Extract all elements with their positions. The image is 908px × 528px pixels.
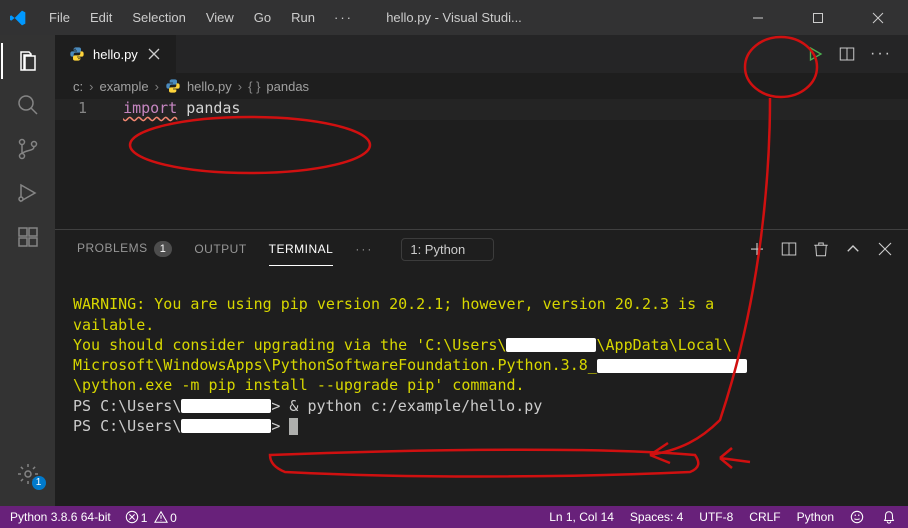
- tab-actions: ···: [806, 35, 908, 73]
- symbol-namespace-icon: { }: [248, 79, 260, 94]
- python-file-icon: [165, 78, 181, 94]
- code-content[interactable]: import pandas: [105, 99, 240, 120]
- split-editor-icon[interactable]: [838, 45, 856, 63]
- close-button[interactable]: [848, 0, 908, 35]
- feedback-icon[interactable]: [850, 510, 864, 524]
- titlebar: File Edit Selection View Go Run ··· hell…: [0, 0, 908, 35]
- settings-badge: 1: [32, 476, 46, 490]
- menu-bar: File Edit Selection View Go Run ···: [40, 5, 361, 30]
- split-terminal-icon[interactable]: [780, 240, 798, 258]
- terminal-cursor: [289, 418, 298, 435]
- chevron-right-icon: ›: [238, 79, 242, 94]
- panel-tab-terminal[interactable]: TERMINAL: [261, 234, 342, 264]
- tab-hello-py[interactable]: hello.py: [55, 35, 177, 73]
- editor-area: hello.py ··· c: › example › hello.py › {…: [55, 35, 908, 506]
- source-control-icon[interactable]: [16, 137, 40, 161]
- panel-tab-output[interactable]: OUTPUT: [186, 234, 254, 264]
- menu-view[interactable]: View: [197, 5, 243, 30]
- breadcrumb-part[interactable]: hello.py: [187, 79, 232, 94]
- panel-tab-bar: PROBLEMS1 OUTPUT TERMINAL ··· 1: Python▾: [55, 230, 908, 268]
- line-number: 1: [55, 99, 105, 120]
- run-file-icon[interactable]: [806, 45, 824, 63]
- python-file-icon: [69, 46, 85, 62]
- tab-label: hello.py: [93, 47, 138, 62]
- terminal-line: Microsoft\WindowsApps\PythonSoftwareFoun…: [73, 356, 747, 374]
- warning-icon: [154, 510, 168, 524]
- menu-edit[interactable]: Edit: [81, 5, 121, 30]
- terminal-prompt-line: PS C:\Users\>: [73, 417, 298, 435]
- bell-icon[interactable]: [882, 510, 896, 524]
- status-bar: Python 3.8.6 64-bit 1 0 Ln 1, Col 14 Spa…: [0, 506, 908, 528]
- run-debug-icon[interactable]: [16, 181, 40, 205]
- breadcrumb-part[interactable]: c:: [73, 79, 83, 94]
- menu-file[interactable]: File: [40, 5, 79, 30]
- keyword-import: import: [123, 99, 177, 117]
- menu-overflow-icon[interactable]: ···: [326, 5, 361, 30]
- chevron-right-icon: ›: [89, 79, 93, 94]
- chevron-right-icon: ›: [155, 79, 159, 94]
- explorer-icon[interactable]: [16, 49, 40, 73]
- terminal-line: vailable.: [73, 316, 154, 334]
- menu-run[interactable]: Run: [282, 5, 324, 30]
- status-problems[interactable]: 1 0: [125, 510, 177, 525]
- search-icon[interactable]: [16, 93, 40, 117]
- maximize-button[interactable]: [788, 0, 848, 35]
- problems-badge: 1: [154, 241, 173, 257]
- editor-tabs: hello.py ···: [55, 35, 908, 73]
- status-python-version[interactable]: Python 3.8.6 64-bit: [10, 510, 111, 524]
- extensions-icon[interactable]: [16, 225, 40, 249]
- tab-overflow-icon[interactable]: ···: [870, 45, 892, 63]
- breadcrumb[interactable]: c: › example › hello.py › { } pandas: [55, 73, 908, 99]
- panel-tab-problems[interactable]: PROBLEMS1: [69, 233, 180, 265]
- breadcrumb-part[interactable]: example: [99, 79, 148, 94]
- status-right: Ln 1, Col 14 Spaces: 4 UTF-8 CRLF Python: [549, 510, 898, 524]
- terminal-prompt-line: PS C:\Users\> & python c:/example/hello.…: [73, 397, 542, 415]
- activity-bar: 1: [0, 35, 55, 506]
- menu-go[interactable]: Go: [245, 5, 280, 30]
- terminal-line: \python.exe -m pip install --upgrade pip…: [73, 376, 525, 394]
- code-line: 1 import pandas: [55, 99, 908, 120]
- terminal-select[interactable]: 1: Python: [401, 238, 494, 261]
- terminal-content[interactable]: WARNING: You are using pip version 20.2.…: [55, 268, 908, 506]
- bottom-panel: PROBLEMS1 OUTPUT TERMINAL ··· 1: Python▾…: [55, 229, 908, 506]
- maximize-panel-icon[interactable]: [844, 240, 862, 258]
- terminal-line: You should consider upgrading via the 'C…: [73, 336, 732, 354]
- error-icon: [125, 510, 139, 524]
- tab-close-icon[interactable]: [146, 46, 162, 62]
- breadcrumb-part[interactable]: pandas: [266, 79, 309, 94]
- window-title: hello.py - Visual Studi...: [386, 10, 522, 25]
- text-editor[interactable]: 1 import pandas: [55, 99, 908, 229]
- status-cursor-pos[interactable]: Ln 1, Col 14: [549, 510, 614, 524]
- window-controls: [728, 0, 908, 35]
- close-panel-icon[interactable]: [876, 240, 894, 258]
- kill-terminal-icon[interactable]: [812, 240, 830, 258]
- status-encoding[interactable]: UTF-8: [699, 510, 733, 524]
- panel-overflow-icon[interactable]: ···: [347, 234, 381, 264]
- settings-gear-icon[interactable]: 1: [16, 462, 40, 486]
- panel-actions: [748, 240, 894, 258]
- minimize-button[interactable]: [728, 0, 788, 35]
- status-language[interactable]: Python: [797, 510, 834, 524]
- status-indent[interactable]: Spaces: 4: [630, 510, 683, 524]
- terminal-line: WARNING: You are using pip version 20.2.…: [73, 295, 714, 313]
- new-terminal-icon[interactable]: [748, 240, 766, 258]
- status-eol[interactable]: CRLF: [749, 510, 780, 524]
- menu-selection[interactable]: Selection: [123, 5, 194, 30]
- identifier-pandas: pandas: [177, 99, 240, 117]
- vscode-logo-icon: [10, 10, 26, 26]
